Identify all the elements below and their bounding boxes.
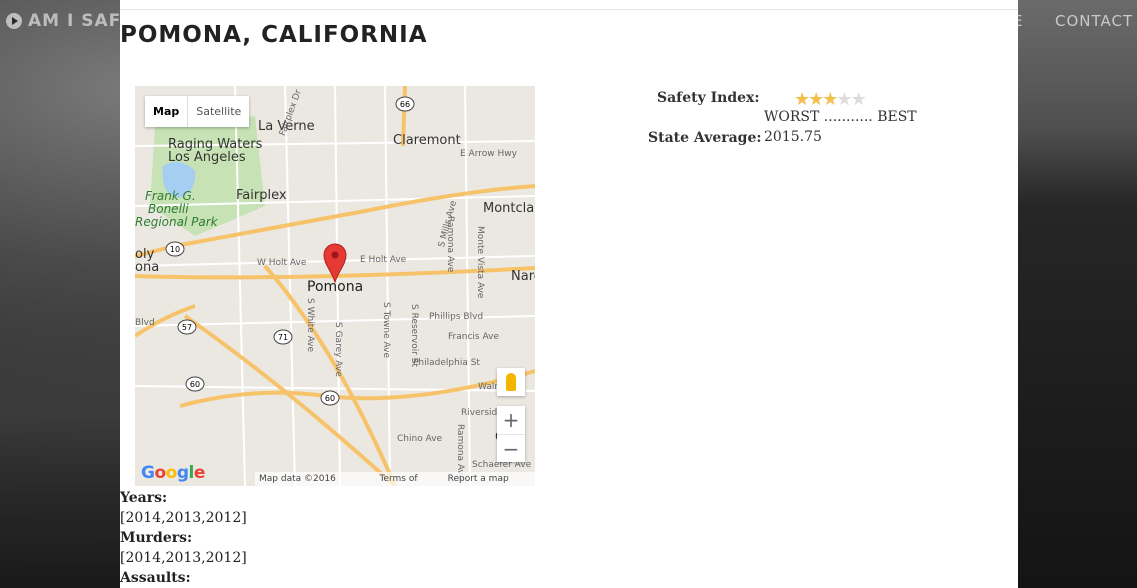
map-label: Regional Park	[135, 215, 218, 229]
map-data-credit: Map data ©2016 Google	[259, 474, 336, 484]
brand-name: AM I SAFE	[28, 11, 134, 31]
highway-shield-icon: 60	[320, 390, 340, 406]
map-label: E Holt Ave	[360, 255, 407, 265]
map-label: Blvd	[135, 318, 155, 328]
highway-shield-number: 57	[182, 323, 192, 332]
map-attribution: Map data ©2016 Google Terms of Use Repor…	[255, 472, 535, 486]
map-label: S White Ave	[305, 298, 315, 353]
star-icon: ★	[794, 89, 810, 110]
state-average-label: State Average:	[648, 130, 762, 146]
street-view-pegman-icon[interactable]	[497, 368, 525, 396]
page-title: POMONA, CALIFORNIA	[120, 22, 428, 48]
map-type-satellite-button[interactable]: Satellite	[188, 96, 249, 127]
highway-shield-number: 66	[400, 100, 410, 109]
star-icon: ★	[808, 89, 824, 110]
site-logo[interactable]: AM I SAFE	[6, 11, 134, 31]
map-label: S Towne Ave	[381, 302, 391, 359]
play-icon	[6, 13, 22, 29]
years-value: [2014,2013,2012]	[120, 510, 247, 526]
years-label: Years:	[120, 490, 168, 506]
map-label: S Reservoir St	[409, 304, 419, 368]
map-label: Chino Ave	[397, 434, 443, 444]
map-label: Fairplex	[236, 188, 287, 203]
terms-of-use-link[interactable]: Terms of Use	[379, 472, 435, 486]
zoom-in-button[interactable]: +	[497, 406, 525, 435]
highway-shield-icon: 60	[185, 376, 205, 392]
map-label: Monte Vista Ave	[475, 226, 485, 299]
crime-details: Years: [2014,2013,2012] Murders: [2014,2…	[120, 488, 247, 588]
city-detail-modal: POMONA, CALIFORNIA 66 10 57 71 60 60 La …	[120, 0, 1018, 588]
map-label: Francis Ave	[448, 332, 499, 342]
map-label: Frank G.	[145, 189, 196, 203]
star-icon: ★	[822, 89, 838, 110]
map-label: Los Angeles	[168, 150, 246, 165]
highway-shield-number: 10	[170, 245, 180, 254]
zoom-control: + −	[497, 406, 525, 462]
safety-scale-text: WORST ........... BEST	[764, 109, 917, 125]
google-map[interactable]: 66 10 57 71 60 60 La Verne Claremont Raging W…	[135, 86, 535, 486]
background-right-shade	[1018, 0, 1137, 588]
report-map-error-link[interactable]: Report a map error	[448, 472, 531, 486]
assaults-label: Assaults:	[120, 570, 191, 586]
map-label: Claremont	[393, 133, 461, 148]
map-label: W Holt Ave	[257, 258, 307, 268]
murders-value: [2014,2013,2012]	[120, 550, 247, 566]
highway-shield-icon: 66	[395, 96, 415, 112]
star-icon: ★	[850, 89, 867, 110]
map-label: S Garey Ave	[333, 322, 343, 377]
map-label: E Arrow Hwy	[460, 149, 517, 159]
map-label: Philadelphia St	[413, 358, 480, 368]
safety-index-label: Safety Index:	[657, 90, 760, 106]
map-label-city: Pomona	[307, 279, 364, 295]
background-left-shade	[0, 300, 120, 588]
map-label: Ramona Ave	[445, 216, 455, 273]
state-average-value: 2015.75	[764, 129, 822, 145]
highway-shield-number: 71	[278, 333, 288, 342]
map-type-control: Map Satellite	[145, 96, 250, 127]
map-label: Phillips Blvd	[429, 312, 484, 322]
map-type-map-button[interactable]: Map	[145, 96, 189, 127]
map-label: Montclai	[483, 201, 535, 216]
nav-link-contact[interactable]: CONTACT	[1055, 12, 1133, 30]
map-label: Bonelli	[148, 202, 189, 216]
google-logo[interactable]: Google	[141, 463, 205, 483]
safety-rating-stars: ★★★★★	[794, 89, 867, 110]
star-icon: ★	[836, 89, 852, 110]
highway-shield-number: 60	[325, 394, 335, 403]
murders-label: Murders:	[120, 530, 193, 546]
highway-shield-number: 60	[190, 380, 200, 389]
map-label: Naro	[511, 269, 535, 284]
map-label: ona	[135, 260, 160, 275]
highway-shield-icon: 57	[177, 319, 197, 335]
divider	[120, 9, 1018, 10]
zoom-out-button[interactable]: −	[497, 435, 525, 463]
highway-shield-icon: 10	[165, 241, 185, 257]
highway-shield-icon: 71	[273, 329, 293, 345]
